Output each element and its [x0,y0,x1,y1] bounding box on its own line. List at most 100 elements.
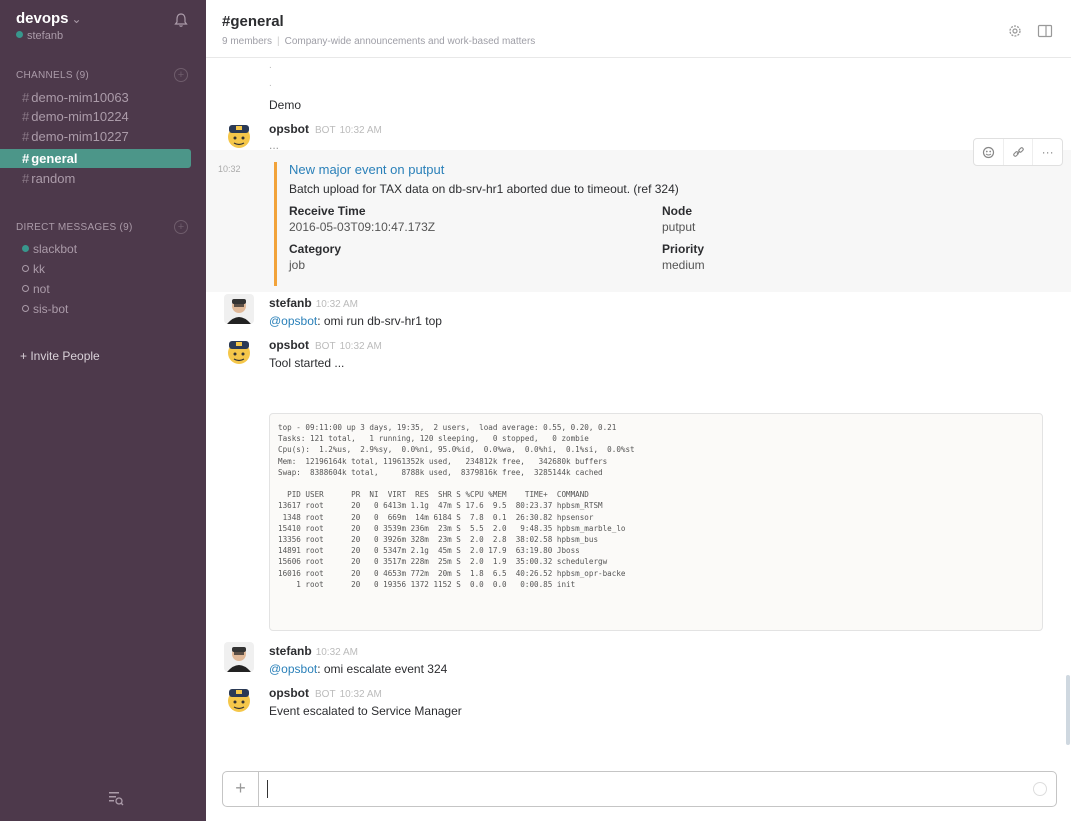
attachment-text: Batch upload for TAX data on db-srv-hr1 … [289,182,679,196]
message-sender[interactable]: opsbot BOT 10:32 AM [269,686,382,700]
user-avatar[interactable] [224,642,254,672]
message-sender[interactable]: stefanb 10:32 AM [269,296,358,310]
message-sender[interactable]: opsbot BOT 10:32 AM [269,122,382,136]
emoji-reaction-icon[interactable] [974,139,1004,165]
field-label: Receive Time [289,204,366,218]
invite-people-link[interactable]: + Invite People [20,349,100,363]
channel-label: demo-mim10227 [31,129,129,144]
message-text: @opsbot: omi escalate event 324 [269,662,447,676]
sidebar: devops ⌄ stefanb CHANNELS (9) + # demo-mim… [0,0,206,821]
dm-label: not [33,282,50,296]
field-value: putput [662,220,696,234]
channel-meta: 9 members | Company-wide announcements and… [222,36,536,47]
emoji-picker-icon[interactable] [1033,782,1047,796]
message-body: : omi escalate event 324 [317,662,448,676]
code-block[interactable]: top - 09:11:00 up 3 days, 19:35, 2 users… [269,413,1043,631]
code-text: top - 09:11:00 up 3 days, 19:35, 2 users… [278,423,635,589]
bot-tag: BOT [315,341,336,352]
message-text: ... [269,138,280,152]
sender-name[interactable]: opsbot [269,686,309,700]
message-text: @opsbot: omi run db-srv-hr1 top [269,314,442,328]
mention-link[interactable]: @opsbot [269,662,317,676]
message-text: Demo [269,98,302,112]
timestamp[interactable]: 10:32 AM [340,689,382,700]
link-icon[interactable] [1004,139,1034,165]
add-dm-icon[interactable]: + [174,220,188,234]
bot-avatar[interactable] [224,684,254,714]
timestamp[interactable]: 10:32 AM [340,125,382,136]
message-input[interactable] [267,780,987,798]
sender-name[interactable]: opsbot [269,338,309,352]
field-label: Node [662,204,692,218]
current-user: stefanb [16,30,206,42]
add-channel-icon[interactable]: + [174,68,188,82]
mention-link[interactable]: @opsbot [269,314,317,328]
filter-icon[interactable] [108,790,124,806]
sender-name[interactable]: stefanb [269,296,312,310]
message-composer: + [222,771,1057,807]
dm-label: sis-bot [33,302,69,316]
bot-tag: BOT [315,125,336,136]
presence-dot-icon [22,245,29,252]
more-icon[interactable]: ··· [1033,139,1062,165]
timestamp[interactable]: 10:32 AM [316,647,358,658]
message-sender[interactable]: stefanb 10:32 AM [269,644,358,658]
message-attachment: New major event on putput Batch upload f… [274,162,734,286]
channel-label: demo-mim10224 [31,109,129,124]
sidebar-item-channel[interactable]: # demo-mim10227 [0,127,191,146]
member-count[interactable]: 9 members [222,36,272,47]
timestamp[interactable]: 10:32 AM [340,341,382,352]
team-header[interactable]: devops ⌄ stefanb [0,0,206,56]
sender-name[interactable]: stefanb [269,644,312,658]
message-list[interactable]: . . Demo opsbot BOT 10:32 AM ... ··· 10:32… [206,58,1071,758]
username-label: stefanb [27,30,64,42]
channel-purpose: Company-wide announcements and work-base… [284,36,536,47]
attachment-title[interactable]: New major event on putput [289,162,444,177]
bot-tag: BOT [315,689,336,700]
presence-dot-icon [22,285,29,292]
message-body: : omi run db-srv-hr1 top [317,314,442,328]
channels-header[interactable]: CHANNELS (9) [16,70,89,81]
message-text: Tool started ... [269,356,345,370]
dm-label: slackbot [33,242,78,256]
presence-dot-icon [16,31,23,38]
sidebar-item-dm[interactable]: not [0,280,191,299]
sidebar-item-channel[interactable]: # demo-mim10224 [0,107,191,126]
field-value: job [289,258,306,272]
bell-icon[interactable] [174,12,188,28]
channel-label: random [31,171,76,186]
field-value: 2016-05-03T09:10:47.173Z [289,220,436,234]
timestamp[interactable]: 10:32 AM [316,299,358,310]
team-name-label: devops [16,10,69,27]
message-actions: ··· [973,138,1063,166]
message-sender[interactable]: opsbot BOT 10:32 AM [269,338,382,352]
channel-label: general [31,151,78,166]
field-label: Category [289,242,342,256]
presence-dot-icon [22,265,29,272]
sidebar-item-dm[interactable]: slackbot [0,240,191,259]
sidebar-item-channel-active[interactable]: # general [0,149,191,168]
divider-dot: . [269,60,272,71]
dm-header[interactable]: DIRECT MESSAGES (9) [16,222,133,233]
field-label: Priority [662,242,705,256]
scrollbar-thumb[interactable] [1066,675,1070,745]
channel-title[interactable]: #general [222,13,284,30]
divider-dot: . [269,78,272,89]
channel-header: #general 9 members | Company-wide announce… [206,0,1071,58]
user-avatar[interactable] [224,294,254,324]
sidebar-item-dm[interactable]: sis-bot [0,300,191,319]
message-text: Event escalated to Service Manager [269,704,462,718]
channel-label: demo-mim10063 [31,90,129,105]
attach-file-button[interactable]: + [223,772,259,806]
bot-avatar[interactable] [224,120,254,150]
sidebar-item-channel[interactable]: # demo-mim10063 [0,88,191,107]
sidebar-item-channel[interactable]: # random [0,169,191,188]
chevron-down-icon: ⌄ [71,12,82,26]
bot-avatar[interactable] [224,336,254,366]
panel-icon[interactable] [1037,23,1053,39]
sender-name[interactable]: opsbot [269,122,309,136]
hover-timestamp[interactable]: 10:32 [218,164,241,174]
gear-icon[interactable] [1007,23,1023,39]
field-value: medium [662,258,705,272]
sidebar-item-dm[interactable]: kk [0,260,191,279]
